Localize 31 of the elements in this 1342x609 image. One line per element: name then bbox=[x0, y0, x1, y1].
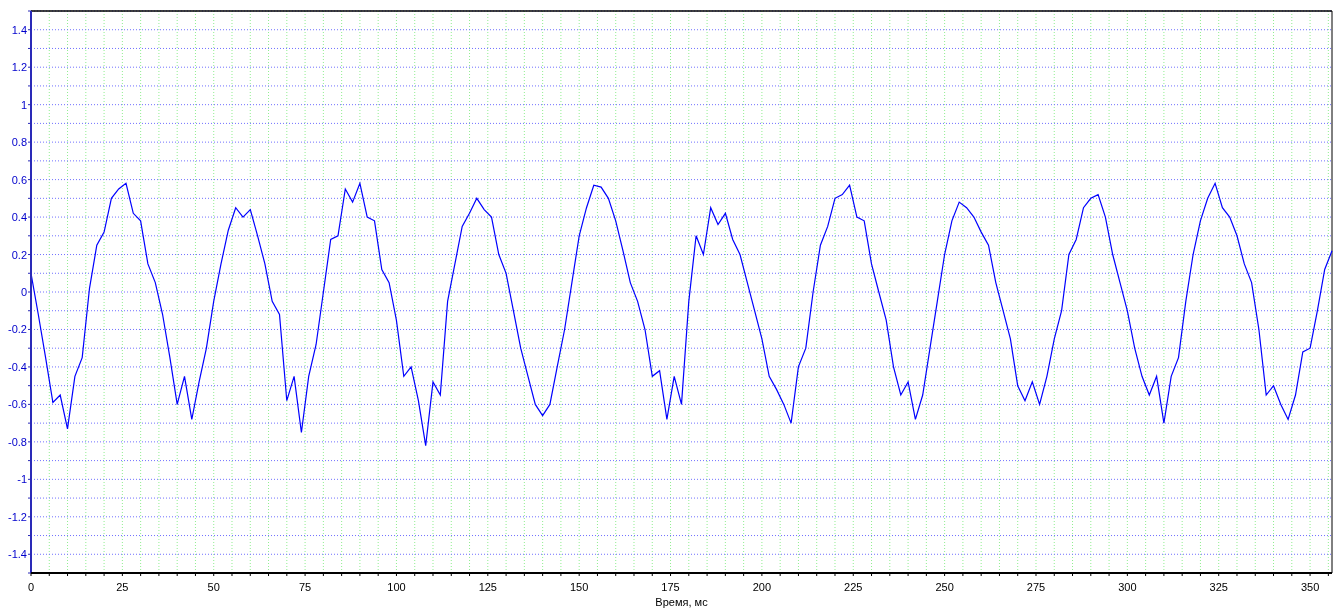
axis-tick-label: 0.2 bbox=[11, 248, 27, 261]
axis-tick-label: -1.4 bbox=[8, 548, 27, 561]
axis-tick-label: 125 bbox=[478, 581, 497, 593]
axis-tick-label: 250 bbox=[935, 581, 954, 593]
axis-tick-label: 50 bbox=[207, 581, 220, 593]
axis-tick-label: 325 bbox=[1209, 581, 1228, 593]
axis-tick-label: 275 bbox=[1026, 581, 1046, 593]
axis-tick-label: 0.6 bbox=[11, 173, 27, 186]
axis-tick-label: -0.6 bbox=[8, 398, 27, 411]
axis-tick-label: 175 bbox=[661, 581, 680, 593]
axis-tick-label: 0 bbox=[20, 286, 27, 298]
axis-tick-label: -0.8 bbox=[8, 435, 27, 448]
axis-tick-label: 150 bbox=[570, 581, 589, 593]
axis-tick-label: 75 bbox=[298, 581, 312, 593]
axis-tick-label: 0.4 bbox=[11, 211, 27, 224]
axis-title: Время, мс bbox=[655, 596, 708, 608]
axis-tick-label: 0 bbox=[27, 581, 35, 593]
axis-tick-label: 225 bbox=[844, 581, 863, 593]
axis-tick-label: 1.2 bbox=[11, 61, 27, 74]
axis-tick-label: -1 bbox=[17, 473, 27, 486]
axis-tick-label: 1.4 bbox=[11, 23, 27, 36]
axis-tick-label: 1 bbox=[20, 98, 27, 111]
axis-tick-label: 0.8 bbox=[11, 136, 27, 149]
axis-tick-label: 350 bbox=[1300, 581, 1320, 593]
axis-tick-label: -0.4 bbox=[8, 360, 27, 373]
axis-tick-label: 300 bbox=[1118, 581, 1137, 593]
axis-tick-label: 100 bbox=[387, 581, 406, 593]
axis-tick-label: 25 bbox=[116, 581, 129, 593]
axis-tick-label: 200 bbox=[752, 581, 772, 593]
axis-tick-label: -0.2 bbox=[8, 323, 27, 336]
axis-tick-label: -1.2 bbox=[8, 510, 27, 523]
